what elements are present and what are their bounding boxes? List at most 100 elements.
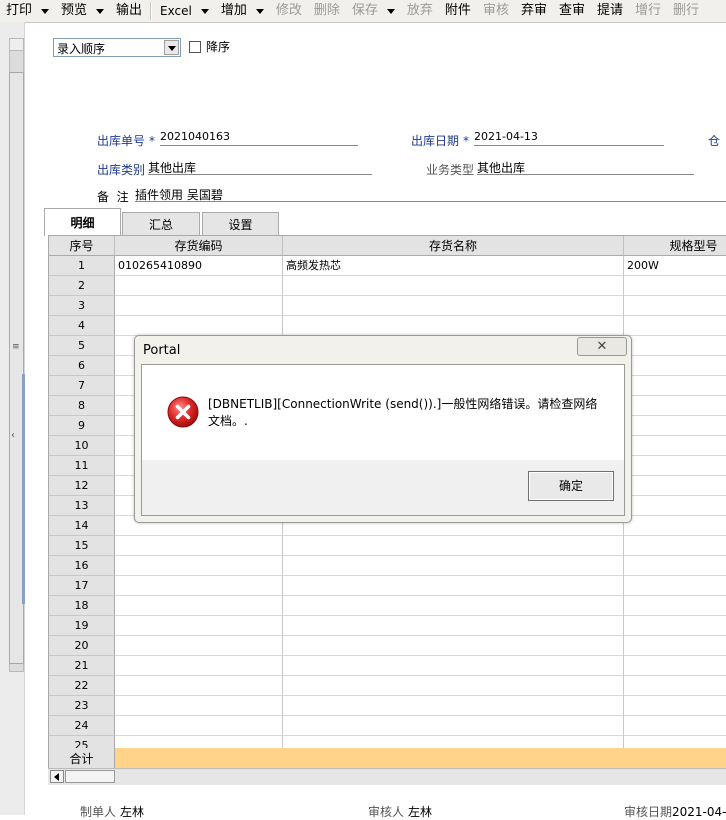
attach-button[interactable]: 附件 [439, 1, 477, 21]
cell-name[interactable] [283, 636, 624, 656]
descending-checkbox[interactable] [189, 41, 201, 53]
biz-type-field[interactable]: 其他出库 [477, 159, 694, 175]
order-no-field[interactable]: 2021040163 [160, 130, 358, 146]
cell-spec[interactable] [624, 316, 726, 336]
tab-detail[interactable]: 明细 [44, 208, 121, 236]
cell-code[interactable] [115, 696, 283, 716]
print-button[interactable]: 打印 [0, 1, 55, 21]
row-number[interactable]: 22 [49, 676, 115, 696]
cell-code[interactable] [115, 556, 283, 576]
row-number[interactable]: 16 [49, 556, 115, 576]
sort-order-select[interactable]: 录入顺序 [53, 38, 181, 57]
query-audit-button[interactable]: 查审 [553, 1, 591, 21]
cell-spec[interactable] [624, 676, 726, 696]
cell-spec[interactable] [624, 716, 726, 736]
out-date-field[interactable]: 2021-04-13 [474, 130, 664, 146]
cell-code[interactable] [115, 536, 283, 556]
cell-name[interactable] [283, 536, 624, 556]
cell-spec[interactable] [624, 416, 726, 436]
cell-spec[interactable] [624, 396, 726, 416]
audit-button[interactable]: 审核 [477, 1, 515, 21]
cell-spec[interactable] [624, 336, 726, 356]
print-dropdown-icon[interactable] [41, 8, 50, 14]
cell-spec[interactable] [624, 556, 726, 576]
horizontal-scroll-thumb[interactable] [65, 770, 115, 783]
discard-button[interactable]: 放弃 [401, 1, 439, 21]
cell-code[interactable] [115, 296, 283, 316]
out-type-field[interactable]: 其他出库 [148, 159, 372, 175]
save-button[interactable]: 保存 [346, 1, 401, 21]
cell-spec[interactable] [624, 696, 726, 716]
cell-name[interactable] [283, 656, 624, 676]
cell-spec[interactable] [624, 356, 726, 376]
horizontal-scrollbar[interactable] [48, 768, 726, 785]
cell-code[interactable] [115, 636, 283, 656]
row-number[interactable]: 23 [49, 696, 115, 716]
column-header-code[interactable]: 存货编码 [115, 236, 283, 256]
cell-code[interactable] [115, 576, 283, 596]
cell-spec[interactable] [624, 616, 726, 636]
abandon-audit-button[interactable]: 弃审 [515, 1, 553, 21]
cell-spec[interactable] [624, 656, 726, 676]
cell-spec[interactable] [624, 276, 726, 296]
submit-button[interactable]: 提请 [591, 1, 629, 21]
cell-name[interactable] [283, 276, 624, 296]
cell-spec[interactable] [624, 516, 726, 536]
row-number[interactable]: 12 [49, 476, 115, 496]
cell-spec[interactable]: 200W [624, 256, 726, 276]
cell-name[interactable] [283, 296, 624, 316]
cell-name[interactable] [283, 316, 624, 336]
cell-spec[interactable] [624, 376, 726, 396]
close-icon[interactable]: ✕ [577, 337, 627, 356]
cell-name[interactable] [283, 716, 624, 736]
excel-dropdown-icon[interactable] [200, 8, 209, 14]
cell-name[interactable] [283, 556, 624, 576]
row-number[interactable]: 17 [49, 576, 115, 596]
cell-spec[interactable] [624, 596, 726, 616]
save-dropdown-icon[interactable] [386, 8, 395, 14]
output-button[interactable]: 输出 [110, 1, 148, 21]
cell-name[interactable] [283, 576, 624, 596]
preview-button[interactable]: 预览 [55, 1, 110, 21]
row-number[interactable]: 24 [49, 716, 115, 736]
row-number[interactable]: 10 [49, 436, 115, 456]
cell-code[interactable] [115, 676, 283, 696]
cell-spec[interactable] [624, 576, 726, 596]
cell-code[interactable] [115, 596, 283, 616]
column-header-name[interactable]: 存货名称 [283, 236, 624, 256]
row-number[interactable]: 4 [49, 316, 115, 336]
scroll-left-button[interactable] [50, 770, 64, 783]
add-dropdown-icon[interactable] [255, 8, 264, 14]
cell-spec[interactable] [624, 536, 726, 556]
tab-settings[interactable]: 设置 [202, 212, 279, 235]
collapse-arrow-icon[interactable]: ‹ [11, 430, 15, 441]
row-number[interactable]: 2 [49, 276, 115, 296]
column-header-spec[interactable]: 规格型号 [624, 236, 726, 256]
cell-spec[interactable] [624, 636, 726, 656]
cell-code[interactable] [115, 276, 283, 296]
row-number[interactable]: 3 [49, 296, 115, 316]
cell-spec[interactable] [624, 456, 726, 476]
row-number[interactable]: 1 [49, 256, 115, 276]
cell-name[interactable] [283, 616, 624, 636]
row-number[interactable]: 13 [49, 496, 115, 516]
row-number[interactable]: 20 [49, 636, 115, 656]
delete-button[interactable]: 删除 [308, 1, 346, 21]
add-row-button[interactable]: 增行 [629, 1, 667, 21]
note-field[interactable]: 插件领用 吴国碧 [135, 186, 726, 202]
ok-button[interactable]: 确定 [528, 471, 614, 501]
cell-code[interactable] [115, 716, 283, 736]
excel-button[interactable]: Excel [154, 1, 215, 21]
column-header-seq[interactable]: 序号 [49, 236, 115, 256]
row-number[interactable]: 14 [49, 516, 115, 536]
delete-row-button[interactable]: 删行 [667, 1, 705, 21]
add-button[interactable]: 增加 [215, 1, 270, 21]
cell-spec[interactable] [624, 436, 726, 456]
cell-code[interactable] [115, 616, 283, 636]
cell-code[interactable]: 010265410890 [115, 256, 283, 276]
row-number[interactable]: 18 [49, 596, 115, 616]
cell-name[interactable] [283, 676, 624, 696]
row-number[interactable]: 6 [49, 356, 115, 376]
row-number[interactable]: 7 [49, 376, 115, 396]
row-number[interactable]: 9 [49, 416, 115, 436]
